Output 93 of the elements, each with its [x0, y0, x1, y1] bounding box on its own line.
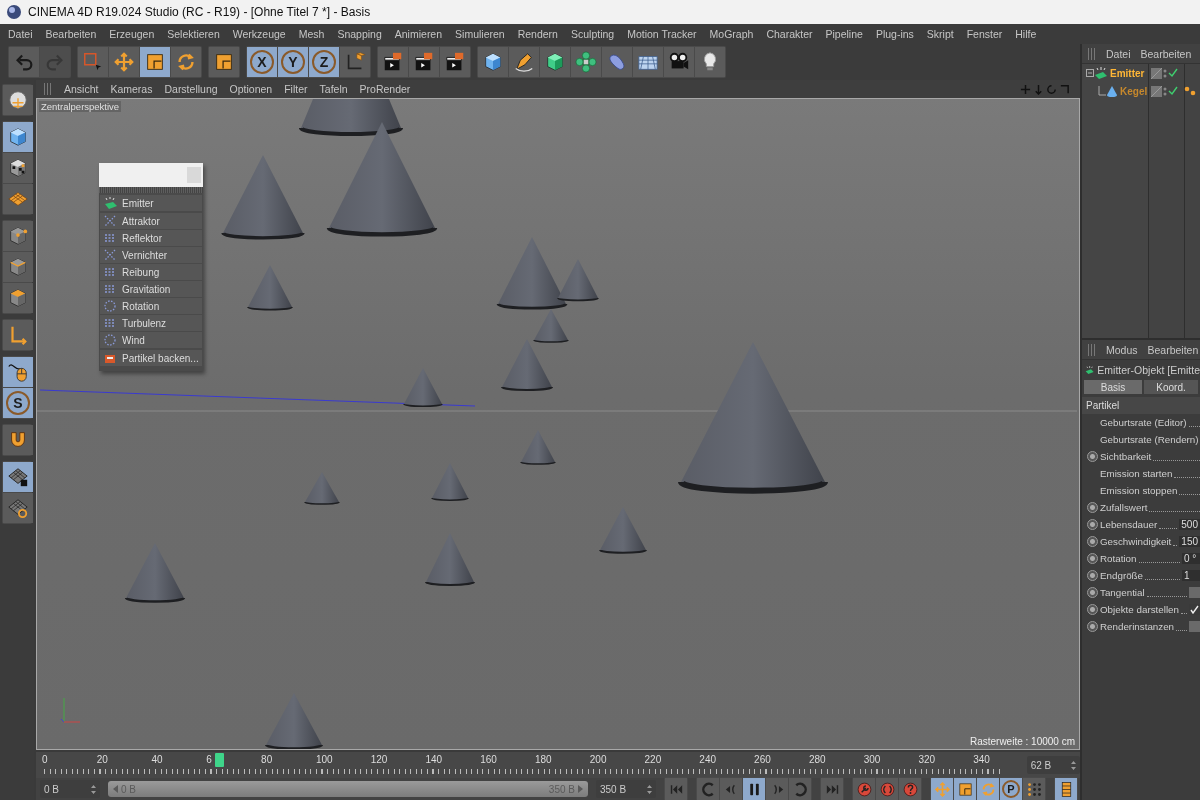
window-title: CINEMA 4D R19.024 Studio (RC - R19) - [Ohne Titel 7 *] - Basis — [28, 5, 371, 19]
axis-lock-button[interactable]: X — [247, 47, 277, 77]
menu-item[interactable]: Motion Tracker — [627, 28, 697, 40]
menu-item[interactable]: Rendern — [517, 28, 558, 40]
frame-label: 280 — [808, 754, 826, 765]
property-label: Emission stoppen — [1100, 485, 1178, 496]
value-field[interactable]: 150 — [1179, 536, 1200, 547]
view-menu-item[interactable]: ProRender — [359, 83, 411, 95]
frame-label: 20 — [96, 754, 108, 765]
end-frame-field[interactable]: 350 B — [596, 780, 656, 798]
property-label: Lebensdauer — [1100, 519, 1158, 530]
object-title: Emitter-Objekt [Emitte — [1097, 364, 1200, 376]
property-label: Renderinstanzen — [1100, 621, 1175, 632]
property-label: Geburtsrate (Editor) — [1100, 417, 1187, 428]
snap-button[interactable]: S — [3, 388, 33, 418]
property-label: Rotation — [1100, 553, 1137, 564]
property-label: Emission starten — [1100, 468, 1173, 479]
axis-lock-button[interactable]: Y — [278, 47, 308, 77]
frame-label: 300 — [863, 754, 881, 765]
menu-item[interactable]: Snapping — [337, 28, 382, 40]
property-label: Geschwindigkeit — [1100, 536, 1172, 547]
popup-menu-item[interactable]: Reflektor — [100, 230, 202, 246]
value-field[interactable]: 0 ° — [1182, 553, 1200, 564]
menu-item[interactable]: Fenster — [966, 28, 1003, 40]
object-name[interactable]: Emitter — [1110, 67, 1145, 79]
menu-item[interactable]: Simulieren — [455, 28, 505, 40]
view-menu-item[interactable]: Tafeln — [319, 83, 348, 95]
popup-menu-item[interactable]: Vernichter — [100, 247, 202, 263]
panel-menu-item[interactable]: Bearbeiten — [1147, 343, 1199, 356]
frame-label: 180 — [535, 754, 552, 765]
panel-menu-item[interactable]: Bearbeiten — [1140, 47, 1192, 60]
frame-label: 320 — [918, 754, 936, 765]
section-header: Partikel — [1082, 397, 1200, 414]
frame-label: 240 — [699, 754, 716, 765]
menu-item[interactable]: Animieren — [394, 28, 443, 40]
value-field[interactable]: 1 — [1182, 570, 1200, 581]
menu-item[interactable]: Erzeugen — [109, 28, 155, 40]
view-menu-item[interactable]: Filter — [284, 83, 308, 95]
camera-label: Zentralperspektive — [39, 101, 122, 112]
menu-item[interactable]: Pipeline — [825, 28, 863, 40]
view-menu-item[interactable]: Kameras — [110, 83, 153, 95]
frame-label: 0 — [42, 754, 48, 765]
frame-label: 160 — [480, 754, 497, 765]
frame-label: 6 — [206, 754, 212, 765]
current-frame-field[interactable]: 62 B — [1026, 756, 1080, 774]
popup-menu-item[interactable]: Gravitation — [100, 281, 202, 297]
frame-label: 40 — [151, 754, 163, 765]
view-menu-item[interactable]: Optionen — [229, 83, 273, 95]
popup-menu-item[interactable]: Turbulenz — [100, 315, 202, 331]
frame-label: 260 — [754, 754, 771, 765]
property-label: Objekte darstellen — [1100, 604, 1179, 615]
menu-item[interactable]: Skript — [926, 28, 954, 40]
property-label: Zufallswert — [1100, 502, 1148, 513]
panel-menu-item[interactable]: Datei — [1106, 47, 1131, 60]
view-menu-item[interactable]: Darstellung — [164, 83, 218, 95]
panel-menu-item[interactable]: Modus — [1106, 343, 1138, 356]
grid-size-label: Rasterweite : 10000 cm — [969, 736, 1075, 747]
frame-label: 80 — [261, 754, 273, 765]
menu-item[interactable]: Datei — [8, 28, 33, 40]
frame-label: 340 — [973, 754, 990, 765]
menu-item[interactable]: Hilfe — [1015, 28, 1037, 40]
menu-item[interactable]: Selektieren — [167, 28, 220, 40]
parameter-button[interactable]: P — [1000, 778, 1022, 800]
menu-item[interactable]: Werkzeuge — [232, 28, 286, 40]
popup-menu-item[interactable]: Attraktor — [100, 213, 202, 229]
menu-item[interactable]: MoGraph — [709, 28, 754, 40]
view-menu-item[interactable]: Ansicht — [64, 83, 99, 95]
menu-item[interactable]: Mesh — [298, 28, 325, 40]
popup-menu-item[interactable]: Rotation — [100, 298, 202, 314]
property-label: Geburtsrate (Rendern) — [1100, 434, 1199, 445]
popup-menu-item[interactable]: Partikel backen... — [100, 350, 202, 366]
menu-item[interactable]: Sculpting — [570, 28, 615, 40]
menu-item[interactable]: Plug-ins — [875, 28, 914, 40]
frame-label: 140 — [425, 754, 443, 765]
tab[interactable]: Koord. — [1144, 380, 1198, 394]
popup-menu-item[interactable]: Wind — [100, 332, 202, 348]
timeline-ruler[interactable]: 0 20 40 6 80 100 120 140 160 180 200 220 240 260 280 300 320 340 — [44, 752, 1003, 778]
tab[interactable]: Basis — [1084, 380, 1142, 394]
popup-menu-item[interactable]: Reibung — [100, 264, 202, 280]
frame-label: 220 — [644, 754, 662, 765]
start-frame-field[interactable]: 0 B — [40, 780, 100, 798]
frame-label: 120 — [370, 754, 388, 765]
popup-menu-item[interactable]: Emitter — [100, 195, 202, 211]
property-label: Endgröße — [1100, 570, 1144, 581]
property-label: Tangential — [1100, 587, 1145, 598]
property-label: Sichtbarkeit — [1100, 451, 1152, 462]
frame-label: 200 — [589, 754, 607, 765]
frame-label: 100 — [315, 754, 333, 765]
value-field[interactable]: 500 — [1179, 519, 1200, 530]
menu-item[interactable]: Charakter — [766, 28, 813, 40]
axis-lock-button[interactable]: Z — [309, 47, 339, 77]
menu-item[interactable]: Bearbeiten — [45, 28, 97, 40]
viewport[interactable]: Zentralperspektive Rasterweite : 10000 cm Emitter Attraktor Reflektor Vernichter Reibung Gravitation Rotation Turbulenz Wind Partikel backen... — [36, 98, 1080, 750]
